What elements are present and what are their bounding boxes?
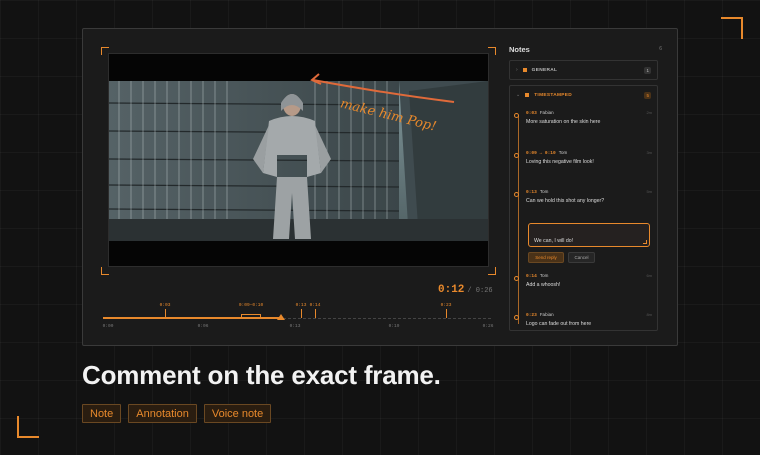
- resize-handle-icon[interactable]: [643, 240, 647, 244]
- note-age: 6m: [646, 273, 652, 278]
- marker-line: [301, 309, 302, 318]
- headline: Comment on the exact frame.: [82, 360, 441, 390]
- note-time[interactable]: 0:03: [526, 111, 537, 116]
- annotation-drawing: [310, 73, 455, 103]
- timeline-marker[interactable]: 0:23: [441, 303, 452, 308]
- feature-tags: Note Annotation Voice note: [82, 404, 272, 423]
- notes-count: 6: [659, 46, 662, 52]
- note-author: Tom: [558, 150, 568, 155]
- playhead[interactable]: [277, 314, 286, 320]
- time-tick: 0:19: [388, 324, 400, 329]
- group-timestamped[interactable]: ⌄ TIMESTAMPED 5 0:03 Fabian 2m More satur…: [509, 85, 658, 331]
- note-time[interactable]: 0:09 → 0:10: [526, 151, 556, 156]
- note-text: More saturation on the skin here: [526, 119, 601, 125]
- corner-bracket-top-right: [721, 17, 743, 39]
- square-icon: [522, 68, 527, 72]
- timecode: 0:12/ 0:26: [438, 284, 493, 296]
- time-tick: 0:00: [102, 324, 114, 329]
- count-badge: 1: [644, 66, 651, 74]
- note-time[interactable]: 0:14: [526, 274, 537, 279]
- reply-text: We can, I will do!: [534, 238, 574, 244]
- frame-corner: [488, 267, 496, 275]
- time-tick: 0:13: [289, 324, 301, 329]
- timeline-scrubber[interactable]: 0:03 0:09–0:10 0:13 0:14 0:23 0:00 0:06 …: [102, 299, 494, 335]
- note-dot: [514, 315, 519, 320]
- group-label: TIMESTAMPED: [534, 92, 573, 98]
- note-time[interactable]: 0:13: [526, 190, 537, 195]
- video-player[interactable]: make him Pop!: [101, 47, 496, 275]
- frame-corner: [101, 267, 109, 275]
- count-badge: 5: [644, 91, 651, 99]
- note-dot: [514, 153, 519, 158]
- note-time[interactable]: 0:23: [526, 313, 537, 318]
- marker-range: [241, 314, 261, 319]
- reply-input[interactable]: We can, I will do!: [528, 223, 650, 247]
- video-frame: make him Pop!: [108, 53, 489, 267]
- time-tick: 0:06: [197, 324, 209, 329]
- timeline-marker[interactable]: 0:09–0:10: [239, 303, 263, 308]
- note-text: Add a whoosh!: [526, 282, 561, 288]
- marker-line: [315, 309, 316, 318]
- note-author: Tom: [539, 273, 549, 278]
- note-dot: [514, 113, 519, 118]
- chevron-right-icon[interactable]: ›: [516, 67, 518, 73]
- group-label: GENERAL: [531, 67, 558, 73]
- timeline-marker[interactable]: 0:13: [296, 303, 307, 308]
- timeline-marker[interactable]: 0:03: [160, 303, 171, 308]
- square-icon: [525, 93, 530, 97]
- notes-panel: Notes 6 › GENERAL 1 ⌄ TIMESTAMPED 5 0:03…: [507, 41, 662, 331]
- thread-line: [518, 116, 519, 324]
- note-age: 3m: [646, 150, 652, 155]
- chevron-down-icon[interactable]: ⌄: [516, 92, 520, 98]
- marker-line: [165, 309, 166, 318]
- marker-line: [446, 309, 447, 318]
- note-author: Fabian: [539, 312, 554, 317]
- tag-voice-note: Voice note: [203, 404, 272, 423]
- note-dot: [514, 276, 519, 281]
- tag-annotation: Annotation: [128, 404, 197, 423]
- note-text: Loving this negative film look!: [526, 159, 594, 165]
- note-author: Tom: [539, 189, 549, 194]
- cancel-button[interactable]: Cancel: [568, 252, 595, 263]
- corner-bracket-bottom-left: [17, 416, 39, 438]
- note-dot: [514, 192, 519, 197]
- note-age: 8m: [646, 312, 652, 317]
- note-author: Fabian: [539, 110, 554, 115]
- timeline-marker[interactable]: 0:14: [310, 303, 321, 308]
- note-text: Logo can fade out from here: [526, 321, 592, 327]
- review-window: make him Pop! 0:12/ 0:26 0:03 0:09–0:10 …: [82, 28, 678, 346]
- current-time: 0:12: [438, 284, 465, 296]
- group-general[interactable]: › GENERAL 1: [509, 60, 658, 80]
- note-age: 2m: [646, 110, 652, 115]
- note-age: 5m: [646, 189, 652, 194]
- send-reply-button[interactable]: Send reply: [528, 252, 564, 263]
- note-text: Can we hold this shot any longer?: [526, 198, 605, 204]
- time-tick: 0:26: [482, 324, 494, 329]
- notes-title: Notes: [509, 45, 530, 54]
- tag-note: Note: [82, 404, 122, 423]
- total-time: / 0:26: [467, 287, 493, 295]
